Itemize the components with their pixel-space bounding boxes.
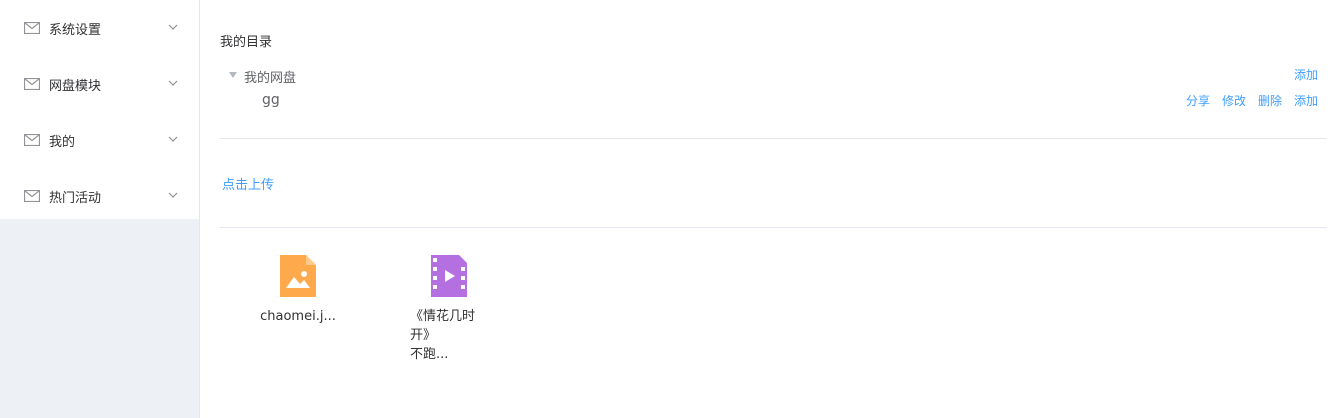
sidebar-item-system-settings[interactable]: 系统设置	[0, 0, 199, 56]
sidebar-item-label: 热门活动	[49, 190, 102, 206]
tree-node-child[interactable]: gg	[262, 92, 280, 108]
directory-title: 我的目录	[220, 35, 273, 50]
upload-link[interactable]: 点击上传	[222, 174, 274, 193]
sidebar-item-label: 我的	[49, 134, 76, 150]
file-name: chaomei.j...	[260, 309, 336, 324]
root-add-link[interactable]: 添加	[1294, 66, 1318, 83]
edit-link[interactable]: 修改	[1222, 92, 1246, 109]
tree-node-root[interactable]: 我的网盘	[244, 67, 296, 86]
sidebar-item-label: 系统设置	[49, 22, 102, 38]
main-content: 我的目录 我的网盘 添加 gg 分享 修改 删除 添加 点击上传 chaomei…	[220, 0, 1327, 418]
chevron-down-icon	[168, 80, 178, 86]
divider	[220, 227, 1327, 228]
sidebar-menu: 系统设置 网盘模块 我的 热门活动	[0, 0, 199, 219]
video-file-icon	[431, 255, 467, 297]
chevron-down-icon	[168, 24, 178, 30]
mail-icon	[24, 78, 40, 90]
sidebar-item-netdisk-module[interactable]: 网盘模块	[0, 56, 199, 112]
mail-icon	[24, 190, 40, 202]
image-file-icon	[280, 255, 316, 297]
divider	[220, 138, 1327, 139]
mail-icon	[24, 22, 40, 34]
file-name-line2: 不跑...	[410, 347, 449, 362]
share-link[interactable]: 分享	[1186, 92, 1210, 109]
sidebar: 系统设置 网盘模块 我的 热门活动	[0, 0, 200, 418]
add-link[interactable]: 添加	[1294, 92, 1318, 109]
chevron-down-icon	[168, 192, 178, 198]
file-item[interactable]: chaomei.j...	[258, 255, 338, 326]
sidebar-item-mine[interactable]: 我的	[0, 112, 199, 168]
file-item[interactable]: 《情花几时开》 不跑...	[405, 255, 493, 364]
chevron-down-icon	[168, 136, 178, 142]
caret-down-icon[interactable]	[229, 72, 237, 78]
sidebar-item-hot-events[interactable]: 热门活动	[0, 168, 199, 224]
delete-link[interactable]: 删除	[1258, 92, 1282, 109]
file-name-line1: 《情花几时开》	[410, 309, 476, 343]
mail-icon	[24, 134, 40, 146]
sidebar-item-label: 网盘模块	[49, 78, 102, 94]
file-name: 《情花几时开》 不跑...	[405, 307, 493, 364]
